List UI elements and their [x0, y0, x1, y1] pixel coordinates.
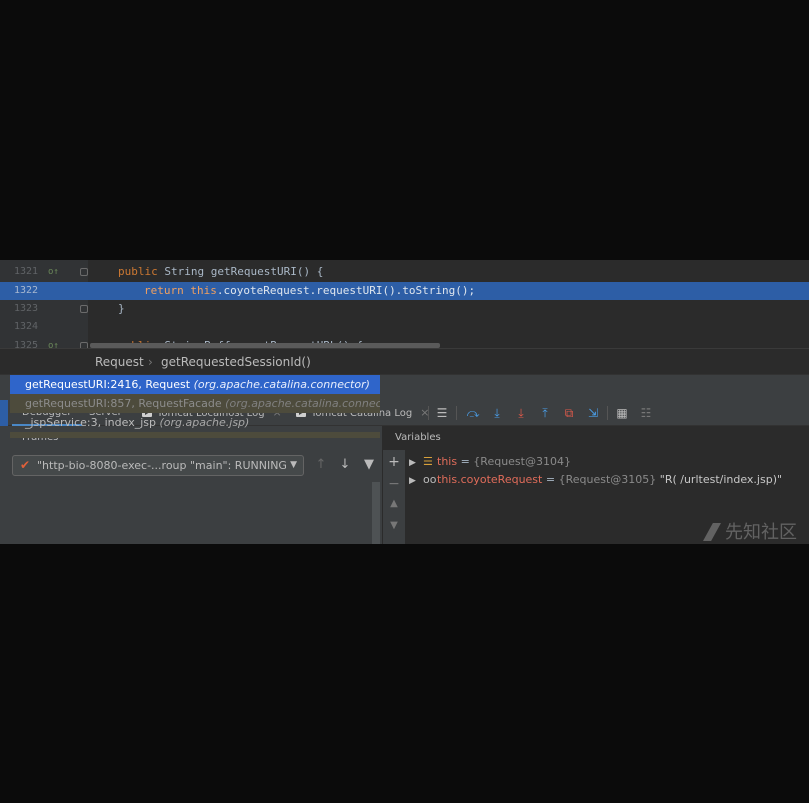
step-out-icon[interactable]: ⤒ — [537, 405, 553, 421]
menu-icon[interactable]: ☰ — [434, 405, 450, 421]
remove-watch-icon[interactable]: − — [388, 476, 400, 492]
fold-icon[interactable] — [80, 268, 88, 276]
line-number: 1322 — [14, 285, 39, 296]
arrow-down-icon[interactable]: ↓ — [336, 456, 354, 474]
field-icon: ☰ — [423, 455, 433, 468]
line-number: 1321 — [14, 266, 39, 277]
code-text: return this.coyoteRequest.requestURI().t… — [144, 284, 476, 297]
thread-label: "http-bio-8080-exec-...roup "main": RUNN… — [37, 459, 287, 472]
frame-item[interactable] — [10, 432, 380, 438]
line-number: 1323 — [14, 303, 39, 314]
code-text: public String getRequestURI() { — [118, 265, 324, 278]
fold-icon[interactable] — [80, 305, 88, 313]
breadcrumb: Request › getRequestedSessionId() — [0, 348, 809, 374]
line-number: 1325 — [14, 340, 39, 348]
breadcrumb-separator: › — [148, 355, 153, 369]
override-marker-icon[interactable]: o↑ — [48, 341, 59, 348]
step-into-icon[interactable]: ⤓ — [489, 405, 505, 421]
toolbar-separator — [428, 406, 429, 420]
expand-icon[interactable]: ▶ — [409, 454, 423, 472]
breadcrumb-method[interactable]: getRequestedSessionId() — [161, 355, 311, 369]
frame-item[interactable]: _jspService:3, index_jsp (org.apache.jsp… — [10, 413, 380, 432]
code-line[interactable]: 1321 o↑ public String getRequestURI() { — [0, 263, 809, 281]
code-line[interactable]: 1324 — [0, 318, 809, 336]
run-to-cursor-icon[interactable]: ⇲ — [585, 405, 601, 421]
arrow-up-icon[interactable]: ↑ — [312, 456, 330, 474]
code-line-current[interactable]: 1322 return this.coyoteRequest.requestUR… — [0, 282, 809, 300]
side-marker — [0, 400, 8, 426]
watermark-logo-icon — [703, 523, 721, 541]
variable-row[interactable]: ▶ ☰ this = {Request@3104} — [409, 453, 571, 471]
watch-glasses-icon: oo — [423, 473, 437, 486]
force-step-into-icon[interactable]: ⤓ — [513, 405, 529, 421]
chevron-down-icon: ▼ — [290, 460, 297, 470]
trace-icon[interactable]: ☷ — [638, 405, 654, 421]
line-number: 1324 — [14, 321, 39, 332]
frames-panel: Frames ✔ "http-bio-8080-exec-...roup "ma… — [0, 375, 382, 544]
ide-screenshot: 1321 o↑ public String getRequestURI() { … — [0, 260, 809, 544]
toolbar-separator — [607, 406, 608, 420]
check-icon: ✔ — [20, 458, 31, 472]
variables-title: Variables — [395, 432, 441, 443]
expand-icon[interactable]: ▶ — [409, 472, 423, 490]
frame-item-selected[interactable]: getRequestURI:2416, Request (org.apache.… — [10, 375, 380, 394]
code-line[interactable]: 1323 } — [0, 300, 809, 318]
move-down-icon[interactable]: ▼ — [388, 520, 400, 531]
thread-selector[interactable]: ✔ "http-bio-8080-exec-...roup "main": RU… — [12, 455, 304, 476]
drop-frame-icon[interactable]: ⧉ — [561, 405, 577, 421]
frame-item[interactable]: getRequestURI:857, RequestFacade (org.ap… — [10, 394, 380, 413]
move-up-icon[interactable]: ▲ — [388, 498, 400, 509]
code-editor[interactable]: 1321 o↑ public String getRequestURI() { … — [0, 260, 809, 348]
override-marker-icon[interactable]: o↑ — [48, 267, 59, 277]
step-over-icon[interactable]: ⤼ — [465, 405, 481, 421]
breadcrumb-class[interactable]: Request — [95, 355, 144, 369]
watermark: 先知社区 — [703, 518, 797, 544]
vertical-scrollbar[interactable] — [372, 482, 380, 544]
code-text: } — [118, 302, 125, 315]
filter-icon[interactable]: ▼ — [360, 456, 378, 474]
variable-row[interactable]: ▶ oothis.coyoteRequest = {Request@3105} "… — [409, 471, 782, 489]
evaluate-expression-icon[interactable]: ▦ — [614, 405, 630, 421]
add-watch-icon[interactable]: + — [388, 454, 400, 470]
variables-toolbar: + − ▲ ▼ — [383, 450, 405, 544]
toolbar-separator — [456, 406, 457, 420]
